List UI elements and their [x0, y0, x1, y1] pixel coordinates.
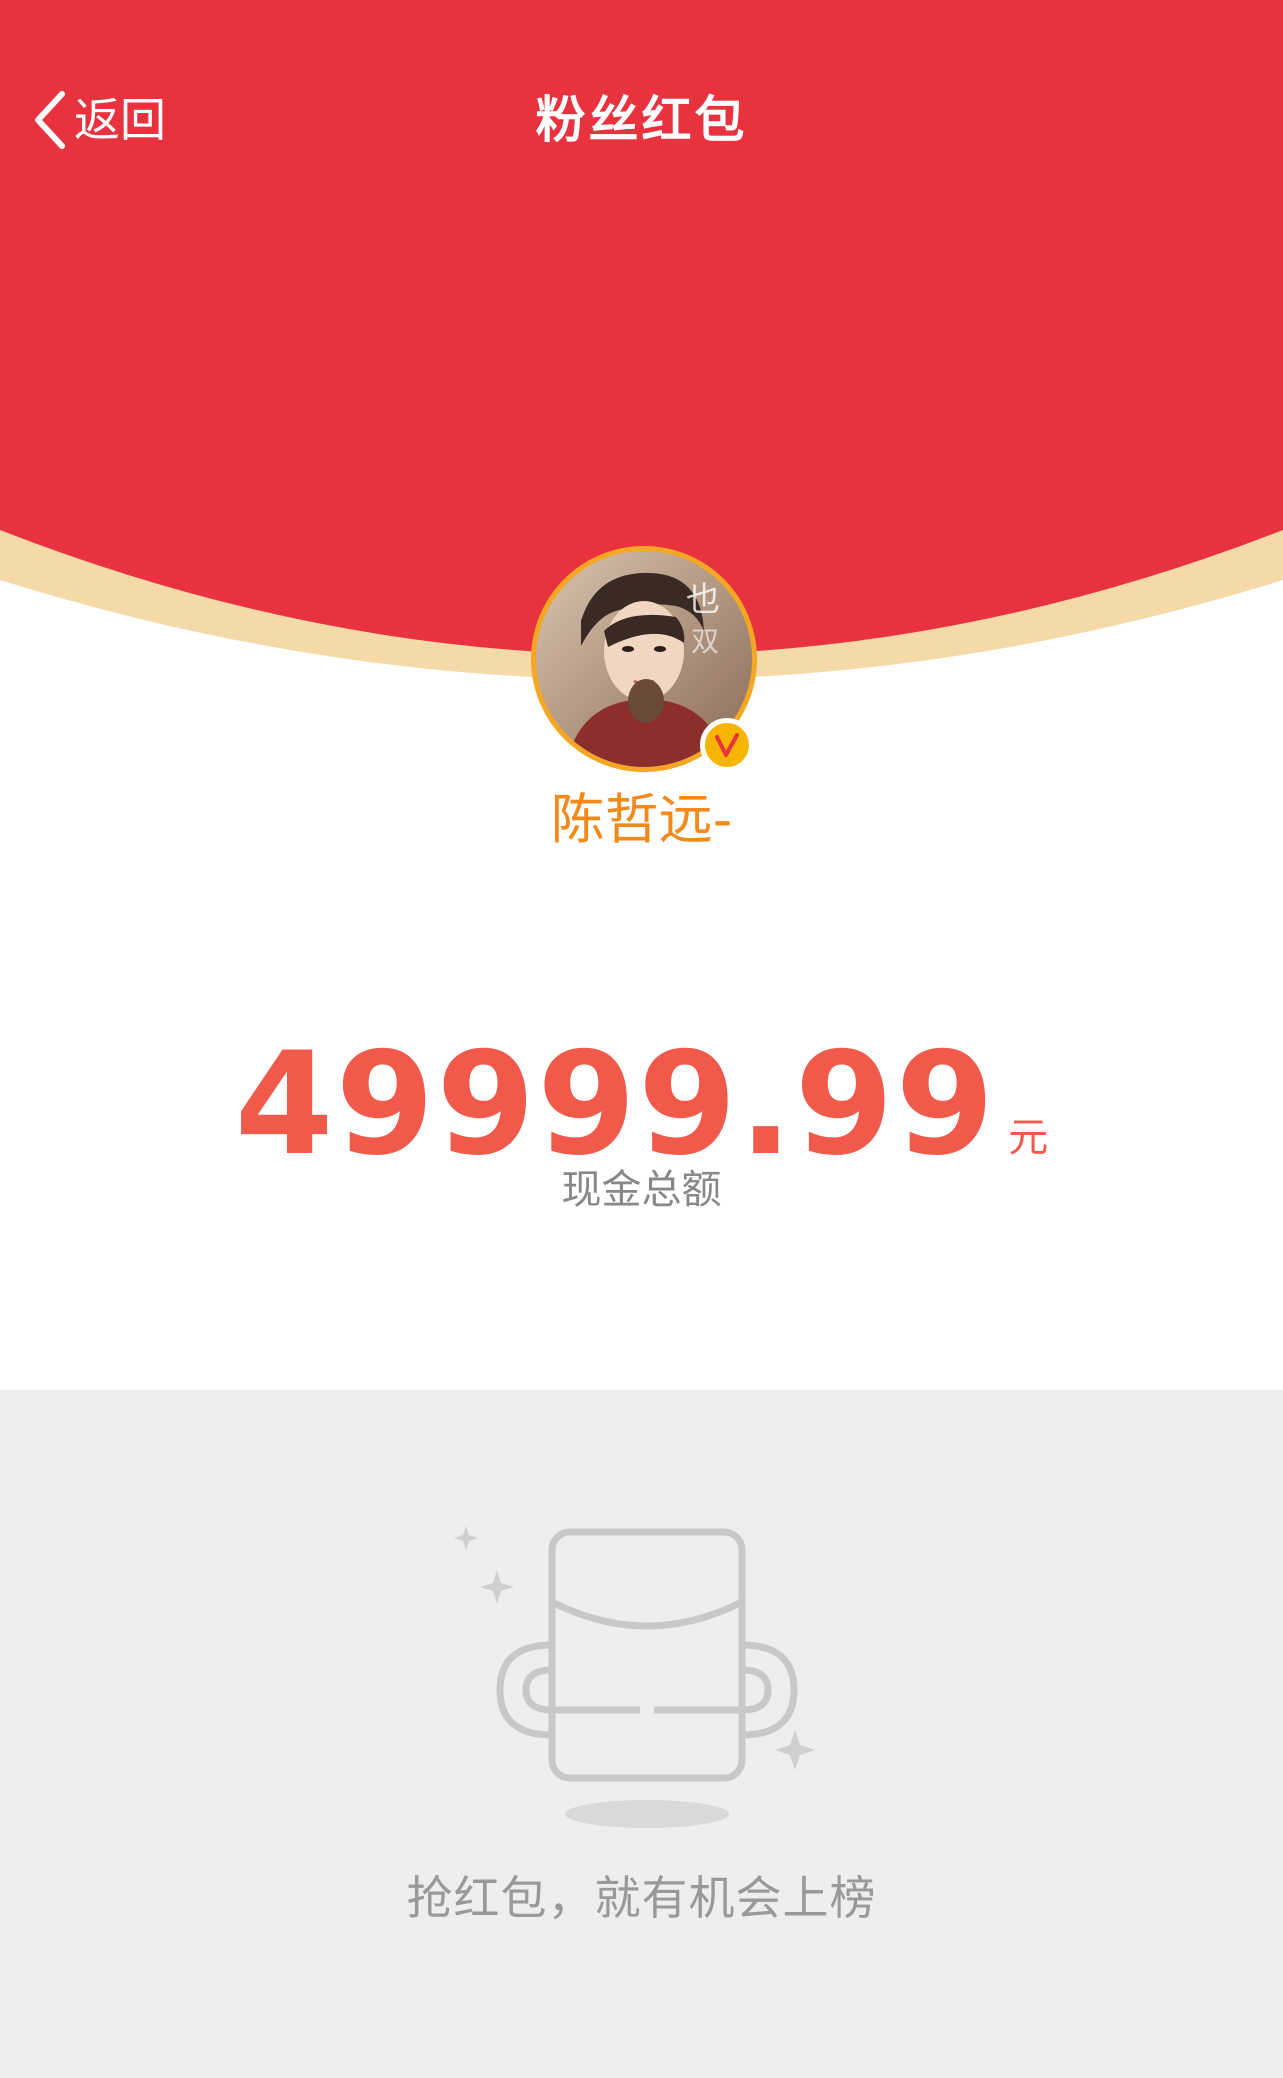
verified-badge-icon [700, 718, 754, 772]
svg-text:也: 也 [686, 580, 720, 620]
svg-text:双: 双 [691, 625, 719, 658]
amount-row: 49999.99 元 [0, 1030, 1283, 1180]
amount-unit: 元 [1008, 1115, 1049, 1161]
red-packet-empty-icon [440, 1510, 840, 1840]
amount-caption: 现金总额 [561, 1167, 722, 1213]
username[interactable]: 陈哲远- [0, 784, 1283, 856]
fan-red-packet-page: 返回 粉丝红包 也 双 陈哲远- 49999.99 元 现金总额 抢红包，就有机… [0, 0, 1283, 2078]
page-title: 粉丝红包 [535, 91, 748, 149]
amount-value: 49999.99 [234, 1022, 997, 1187]
empty-state-message: 抢红包，就有机会上榜 [406, 1871, 877, 1925]
